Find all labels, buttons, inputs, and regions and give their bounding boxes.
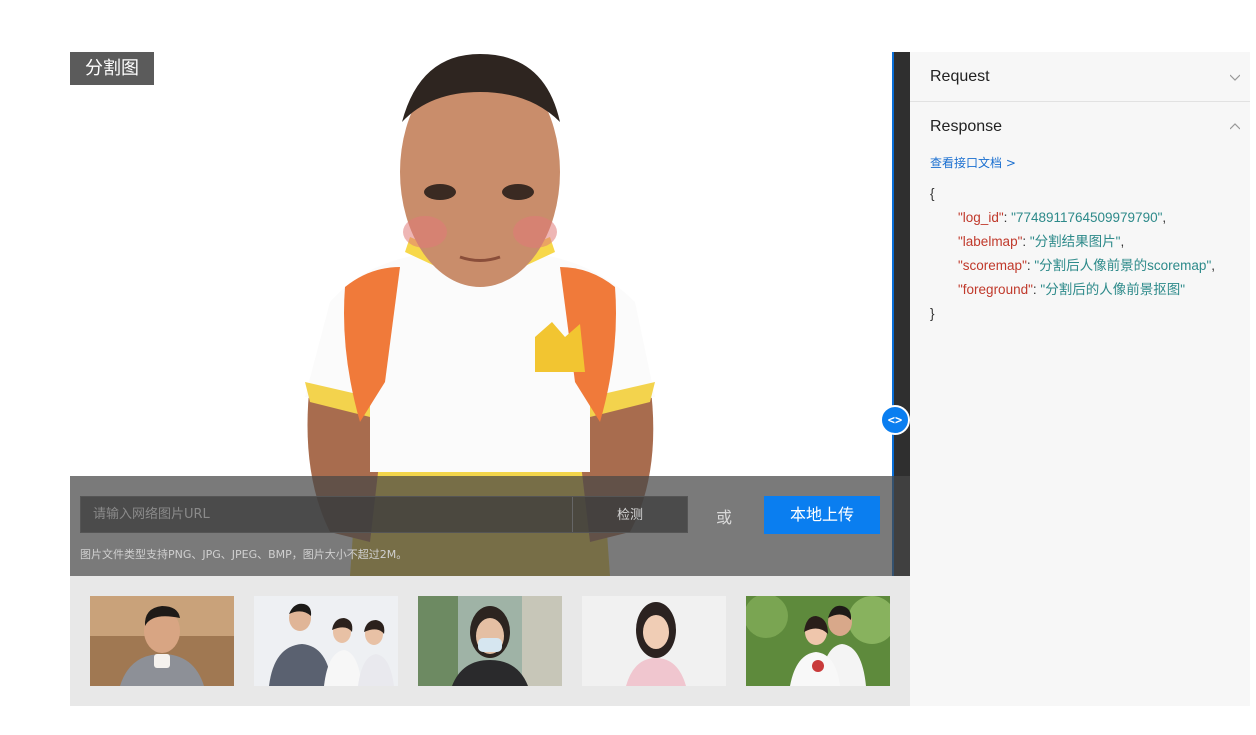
detect-button[interactable]: 检测: [573, 497, 687, 532]
code-toggle-icon[interactable]: <>: [880, 405, 910, 435]
thumbnail-business-group[interactable]: [254, 596, 398, 686]
result-tag: 分割图: [70, 52, 154, 85]
response-json: { "log_id": "7748911764509979790", "labe…: [930, 182, 1250, 326]
image-url-input[interactable]: [81, 497, 573, 532]
json-open-brace: {: [930, 186, 935, 201]
segmentation-demo: 分割图 检测 或 本地上传 图片文件类型支持PNG、JPG、J: [70, 52, 910, 576]
api-panel: Request Response 查看接口文档 > { "log_id": "7…: [910, 52, 1250, 706]
or-separator: 或: [716, 508, 733, 527]
response-body: 查看接口文档 > { "log_id": "774891176450997979…: [910, 152, 1250, 326]
upload-overlay: 检测 或 本地上传 图片文件类型支持PNG、JPG、JPEG、BMP，图片大小不…: [70, 476, 910, 576]
request-label: Request: [930, 68, 990, 85]
thumbnail-couple-outdoor[interactable]: [746, 596, 890, 686]
url-input-group: 检测: [80, 496, 688, 533]
json-field-labelmap: "labelmap": "分割结果图片",: [958, 234, 1125, 249]
response-section-header[interactable]: Response: [910, 102, 1250, 152]
request-section-header[interactable]: Request: [910, 52, 1250, 102]
file-type-hint: 图片文件类型支持PNG、JPG、JPEG、BMP，图片大小不超过2M。: [80, 548, 408, 561]
chevron-up-icon: [1230, 123, 1240, 130]
response-label: Response: [930, 118, 1003, 135]
json-field-scoremap: "scoremap": "分割后人像前景的scoremap",: [958, 258, 1215, 273]
local-upload-button[interactable]: 本地上传: [764, 496, 880, 534]
json-close-brace: }: [930, 306, 935, 321]
json-field-foreground: "foreground": "分割后的人像前景抠图": [958, 282, 1185, 297]
api-doc-link[interactable]: 查看接口文档 >: [930, 154, 1016, 171]
sample-thumbnails: [70, 576, 910, 706]
thumbnail-man-coffee[interactable]: [90, 596, 234, 686]
chevron-down-icon: [1230, 74, 1240, 81]
json-field-log-id: "log_id": "7748911764509979790",: [958, 210, 1167, 225]
thumbnail-woman-mask[interactable]: [418, 596, 562, 686]
thumbnail-woman-smiling[interactable]: [582, 596, 726, 686]
